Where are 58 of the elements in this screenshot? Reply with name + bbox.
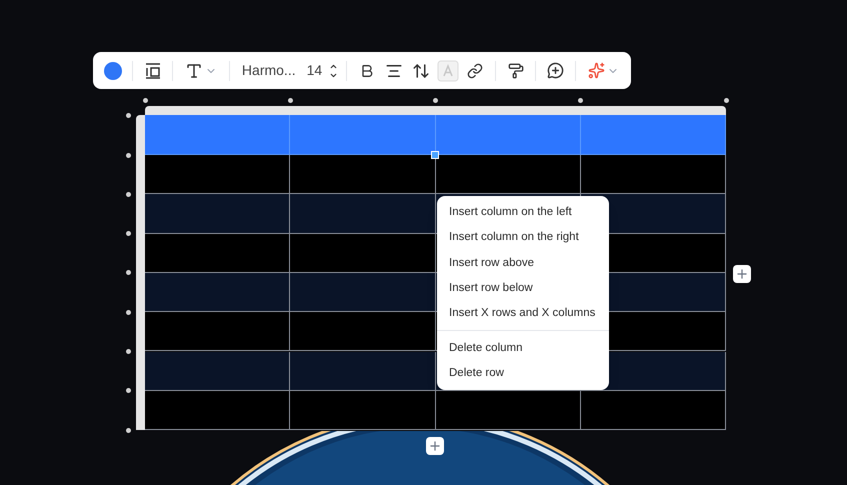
resize-handle[interactable] (126, 192, 131, 197)
resize-handle[interactable] (724, 98, 728, 103)
table-cell[interactable] (580, 115, 726, 155)
font-family-dropdown[interactable]: Harmo... (238, 60, 300, 81)
selection-handle[interactable] (431, 151, 439, 159)
menu-item[interactable]: Insert row below (437, 276, 609, 302)
table-cell[interactable] (145, 115, 290, 155)
table-cell[interactable] (580, 390, 726, 430)
table-cell[interactable] (145, 390, 290, 430)
menu-item[interactable]: Insert column on the left (437, 200, 609, 226)
resize-handle[interactable] (126, 310, 131, 315)
table-cell[interactable] (436, 155, 581, 194)
text-icon (185, 62, 204, 80)
resize-handle[interactable] (126, 349, 131, 354)
resize-handle[interactable] (126, 231, 131, 236)
table-cell[interactable] (145, 194, 290, 234)
plus-icon (428, 439, 442, 453)
plus-icon (735, 267, 749, 281)
table-cell[interactable] (145, 155, 290, 194)
paint-roller-icon (508, 62, 524, 78)
table-cell[interactable] (290, 155, 436, 194)
table-cell[interactable] (436, 115, 581, 155)
table-cell[interactable] (580, 155, 726, 194)
table-cell[interactable] (290, 390, 436, 430)
table-layout-icon (144, 62, 162, 80)
menu-item[interactable]: Insert X rows and X columns (437, 301, 609, 326)
table-cell[interactable] (145, 272, 290, 312)
resize-handle[interactable] (578, 98, 584, 103)
menu-item[interactable]: Insert row above (437, 250, 609, 276)
font-size-field[interactable]: 14 (304, 60, 326, 81)
menu-item[interactable]: Delete row (437, 360, 609, 386)
line-height-icon (412, 62, 430, 80)
link-icon (467, 62, 484, 78)
resize-handle[interactable] (433, 98, 438, 103)
table-cell[interactable] (145, 312, 290, 352)
table-cell[interactable] (290, 312, 436, 352)
table-cell[interactable] (290, 115, 436, 155)
table-cell[interactable] (290, 234, 436, 273)
table-cell[interactable] (290, 352, 436, 391)
color-swatch (104, 62, 122, 80)
resize-handle[interactable] (126, 270, 131, 276)
comment-plus-icon (547, 62, 564, 79)
table-cell[interactable] (290, 194, 436, 234)
resize-handle[interactable] (126, 112, 131, 118)
resize-handle[interactable] (142, 98, 148, 103)
table-cell[interactable] (290, 272, 436, 312)
sparkle-icon (588, 62, 606, 79)
table-cell[interactable] (436, 390, 581, 430)
table-cell[interactable] (145, 234, 290, 273)
menu-item[interactable]: Insert column on the right (437, 225, 609, 251)
table-cell[interactable] (145, 352, 290, 391)
add-row-button[interactable] (426, 437, 444, 455)
resize-handle[interactable] (126, 152, 131, 158)
resize-handle[interactable] (126, 428, 131, 433)
resize-handle[interactable] (288, 98, 293, 103)
resize-handle[interactable] (126, 388, 131, 394)
add-column-button[interactable] (733, 265, 751, 283)
menu-item[interactable]: Delete column (437, 335, 609, 361)
